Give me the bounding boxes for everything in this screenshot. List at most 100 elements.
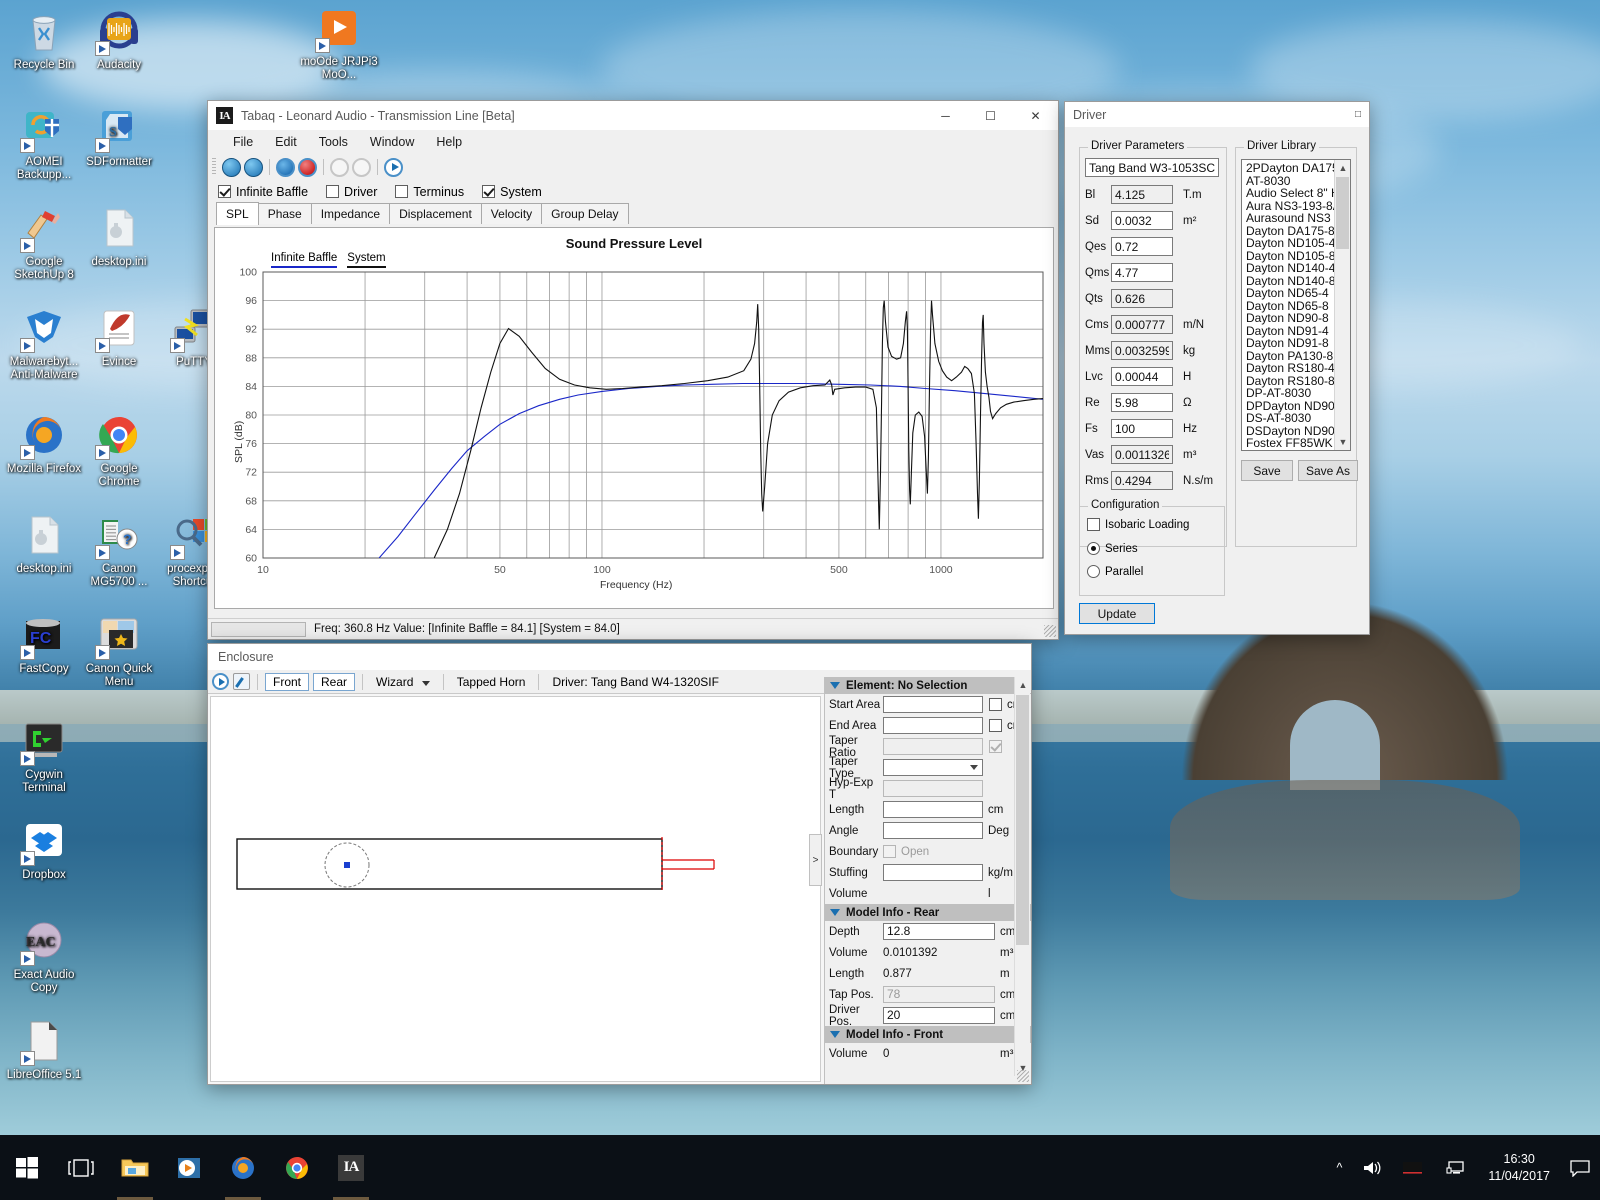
- show-hidden-icons[interactable]: ^: [1326, 1135, 1352, 1200]
- close-button[interactable]: ✕: [1013, 101, 1058, 130]
- desktop-icon-exact-audio-copy[interactable]: EAC Exact Audio Copy: [5, 918, 83, 995]
- desktop-icon-google-sketchup-8[interactable]: Google SketchUp 8: [5, 205, 83, 282]
- checkbox-terminus[interactable]: Terminus: [395, 185, 464, 199]
- property-input-stuffing[interactable]: [883, 864, 983, 881]
- driver-parameter-input-qes[interactable]: [1111, 237, 1173, 256]
- tabaq-tab-strip[interactable]: SPL Phase Impedance Displacement Velocit…: [208, 202, 1058, 225]
- driver-parameter-input-fs[interactable]: [1111, 419, 1173, 438]
- taper-type-select[interactable]: [883, 759, 983, 776]
- driver-window[interactable]: Driver □ Driver Parameters Bl T.m Sd m² Qes Q…: [1064, 101, 1370, 635]
- driver-parameter-input-qms[interactable]: [1111, 263, 1173, 282]
- model-info-front-header[interactable]: Model Info - Front: [825, 1026, 1031, 1043]
- curve-visibility-checkboxes[interactable]: Infinite Baffle Driver Terminus System: [208, 180, 1058, 203]
- save-as-button[interactable]: Save As: [1298, 460, 1358, 481]
- scroll-up-arrow[interactable]: ▲: [1015, 677, 1031, 693]
- firefox-icon[interactable]: [216, 1135, 270, 1200]
- model-info-input-depth[interactable]: [883, 923, 995, 940]
- desktop-icon-canon-mg5700[interactable]: ? Canon MG5700 ...: [80, 512, 158, 589]
- menu-item-tools[interactable]: Tools: [308, 133, 359, 151]
- desktop-icon-mozilla-firefox[interactable]: Mozilla Firefox: [5, 412, 83, 476]
- tab-velocity[interactable]: Velocity: [480, 203, 543, 224]
- task-view-icon[interactable]: [54, 1135, 108, 1200]
- wizard-button[interactable]: Wizard: [370, 674, 436, 690]
- properties-scrollbar[interactable]: ▲ ▼: [1014, 677, 1031, 1076]
- maximize-button[interactable]: ☐: [968, 101, 1013, 130]
- blue-dot-icon[interactable]: [276, 157, 295, 177]
- library-list-item[interactable]: DP-AT-8030: [1242, 387, 1334, 400]
- network-icon[interactable]: [1436, 1135, 1478, 1200]
- checkbox-system[interactable]: System: [482, 185, 542, 199]
- toolbar-grip[interactable]: [212, 158, 216, 176]
- menu-item-window[interactable]: Window: [359, 133, 425, 151]
- scrollbar-thumb[interactable]: [1016, 695, 1029, 945]
- library-list-item[interactable]: Dayton ND90-8: [1242, 312, 1334, 325]
- enclosure-window[interactable]: Enclosure Front Rear Wizard Tapped Horn …: [207, 643, 1032, 1085]
- scroll-down-arrow[interactable]: ▼: [1335, 434, 1350, 450]
- desktop-icon-cygwin-terminal[interactable]: Cygwin Terminal: [5, 718, 83, 795]
- radio-parallel-dot[interactable]: [1087, 565, 1100, 578]
- desktop-icon-desktop-ini[interactable]: desktop.ini: [80, 205, 158, 269]
- driver-parameter-input-sd[interactable]: [1111, 211, 1173, 230]
- desktop-icon-desktop-ini[interactable]: desktop.ini: [5, 512, 83, 576]
- model-info-input-driver-pos.[interactable]: [883, 1007, 995, 1024]
- radio-series-dot[interactable]: [1087, 542, 1100, 555]
- checkbox-isobaric-box[interactable]: [1087, 518, 1100, 531]
- desktop-icon-google-chrome[interactable]: Google Chrome: [80, 412, 158, 489]
- tabaq-titlebar[interactable]: IA Tabaq - Leonard Audio - Transmission …: [208, 101, 1058, 130]
- menu-item-help[interactable]: Help: [425, 133, 473, 151]
- driver-name-input[interactable]: [1085, 158, 1219, 177]
- chevron-down-icon[interactable]: [970, 765, 978, 770]
- desktop-icon-recycle-bin[interactable]: Recycle Bin: [5, 8, 83, 72]
- library-list-item[interactable]: Dayton ND65-4: [1242, 287, 1334, 300]
- desktop-icon-audacity[interactable]: Audacity: [80, 8, 158, 72]
- taskbar[interactable]: IA ^ 16:30 11/04/2017: [0, 1135, 1600, 1200]
- checkbox-infinite-baffle[interactable]: Infinite Baffle: [218, 185, 308, 199]
- save-button[interactable]: Save: [1241, 460, 1293, 481]
- minimize-button[interactable]: ─: [923, 101, 968, 130]
- view-front-button[interactable]: Front: [265, 672, 310, 691]
- property-input-length[interactable]: [883, 801, 983, 818]
- checkbox-system-box[interactable]: [482, 185, 496, 198]
- system-tray[interactable]: ^ 16:30 11/04/2017: [1326, 1135, 1600, 1200]
- action-center-icon[interactable]: [1560, 1135, 1600, 1200]
- chevron-down-icon[interactable]: [830, 682, 840, 689]
- chevron-down-icon[interactable]: [830, 1031, 840, 1038]
- tabaq-window[interactable]: IA Tabaq - Leonard Audio - Transmission …: [207, 100, 1059, 640]
- update-button[interactable]: Update: [1079, 603, 1155, 624]
- property-checkbox-start-area[interactable]: [989, 698, 1002, 711]
- library-scrollbar[interactable]: ▲ ▼: [1334, 160, 1350, 450]
- driver-parameter-input-lvc[interactable]: [1111, 367, 1173, 386]
- volume-icon[interactable]: [1352, 1135, 1392, 1200]
- library-list-item[interactable]: 2PDayton DA175-8: [1242, 162, 1349, 175]
- file-explorer-icon[interactable]: [108, 1135, 162, 1200]
- run-icon[interactable]: [212, 673, 229, 690]
- scrollbar-thumb[interactable]: [1336, 177, 1349, 249]
- desktop-icon-evince[interactable]: Evince: [80, 305, 158, 369]
- driver-parameter-input-re[interactable]: [1111, 393, 1173, 412]
- tab-impedance[interactable]: Impedance: [310, 203, 391, 224]
- desktop-icon-sdformatter[interactable]: S SDFormatter: [80, 105, 158, 169]
- element-group-header[interactable]: Element: No Selection: [825, 677, 1031, 694]
- library-list-item[interactable]: DS-AT-8030: [1242, 412, 1334, 425]
- tabaq-resize-grip[interactable]: [1044, 625, 1056, 637]
- panel-collapse-handle[interactable]: >: [809, 834, 822, 886]
- library-list-item[interactable]: Fostex FF85WK: [1242, 437, 1334, 450]
- checkbox-infinite-baffle-box[interactable]: [218, 185, 231, 198]
- run-icon[interactable]: [384, 157, 403, 177]
- enclosure-titlebar[interactable]: Enclosure: [208, 644, 1031, 670]
- radio-parallel[interactable]: Parallel: [1087, 565, 1143, 578]
- desktop-icon-canon-quick-menu[interactable]: Canon Quick Menu: [80, 612, 158, 689]
- desktop-icon-moode-jrjpi3-moo[interactable]: moOde JRJPi3 MoO...: [300, 5, 378, 82]
- scroll-up-arrow[interactable]: ▲: [1335, 160, 1350, 176]
- open-file-icon[interactable]: [244, 157, 263, 177]
- desktop-icon-aomei-backupp[interactable]: AOMEI Backupp...: [5, 105, 83, 182]
- checkbox-driver[interactable]: Driver: [326, 185, 377, 199]
- desktop-icon-malwarebyt-anti-malware[interactable]: Malwarebyt... Anti-Malware: [5, 305, 83, 382]
- enclosure-resize-grip[interactable]: [1017, 1070, 1029, 1082]
- tab-displacement[interactable]: Displacement: [389, 203, 482, 224]
- taskbar-clock[interactable]: 16:30 11/04/2017: [1478, 1135, 1560, 1200]
- library-list-item[interactable]: Dayton RS180-4: [1242, 362, 1335, 375]
- windows-start-icon[interactable]: [0, 1135, 54, 1200]
- driver-library-list[interactable]: 2PDayton DA175-8 AT-8030 Audio Select 8" H…: [1241, 159, 1351, 451]
- wrench-icon[interactable]: [233, 673, 250, 690]
